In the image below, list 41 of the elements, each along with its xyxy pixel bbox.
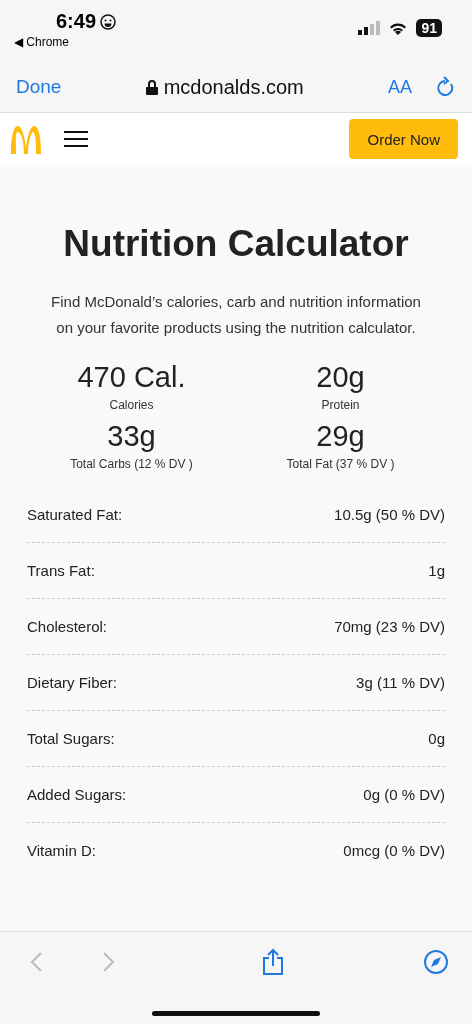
stat-value: 29g	[316, 420, 365, 453]
stat-value: 33g	[107, 420, 156, 453]
nutrient-name: Vitamin D:	[27, 842, 96, 859]
nutrient-amount: 0g	[428, 730, 445, 747]
address-field[interactable]: mcdonalds.com	[163, 75, 304, 99]
compass-icon	[423, 949, 449, 975]
stat-label: Total Carbs (12 % DV )	[70, 457, 193, 471]
stat-label: Total Fat (37 % DV )	[286, 457, 395, 471]
nutrient-name: Saturated Fat:	[27, 506, 123, 523]
smiley-icon	[100, 13, 117, 30]
nutrient-name: Total Sugars:	[27, 730, 115, 747]
status-time: 6:49	[55, 10, 97, 33]
stat-label: Calories	[109, 398, 154, 412]
nutrient-amount: 70mg (23 % DV)	[334, 618, 445, 635]
nutrient-amount: 1g	[428, 562, 445, 579]
compass-button[interactable]	[422, 949, 450, 975]
nutrient-amount: 3g (11 % DV)	[356, 674, 445, 691]
share-icon	[260, 948, 285, 976]
order-now-button[interactable]: Order Now	[349, 119, 458, 159]
reload-icon[interactable]	[436, 76, 456, 98]
page-description: Find McDonald’s calories, carb and nutrition information on your favorite products using the nutrition calculator.	[50, 292, 422, 338]
nutrient-amount: 0g (0 % DV)	[363, 786, 445, 803]
text-size-button[interactable]: AA	[388, 76, 412, 98]
back-to-app-link[interactable]: ◀ Chrome	[14, 35, 117, 49]
page-title: Nutrition Calculator	[62, 223, 410, 265]
stat-value: 20g	[316, 361, 365, 394]
lock-icon	[145, 79, 158, 95]
chevron-right-icon	[102, 951, 117, 973]
nutrient-name: Dietary Fiber:	[27, 674, 118, 691]
done-button[interactable]: Done	[16, 76, 62, 98]
signal-icon	[358, 21, 381, 35]
stat-value: 470 Cal.	[77, 361, 186, 394]
nutrient-name: Cholesterol:	[27, 618, 108, 635]
battery-level: 91	[416, 19, 442, 37]
nutrient-name: Added Sugars:	[27, 786, 127, 803]
nutrient-amount: 0mcg (0 % DV)	[343, 842, 445, 859]
nutrient-amount: 10.5g (50 % DV)	[334, 506, 445, 523]
chevron-left-icon	[29, 951, 43, 973]
stat-label: Protein	[321, 398, 360, 412]
menu-icon[interactable]	[64, 130, 88, 148]
nutrient-name: Trans Fat:	[27, 562, 95, 579]
